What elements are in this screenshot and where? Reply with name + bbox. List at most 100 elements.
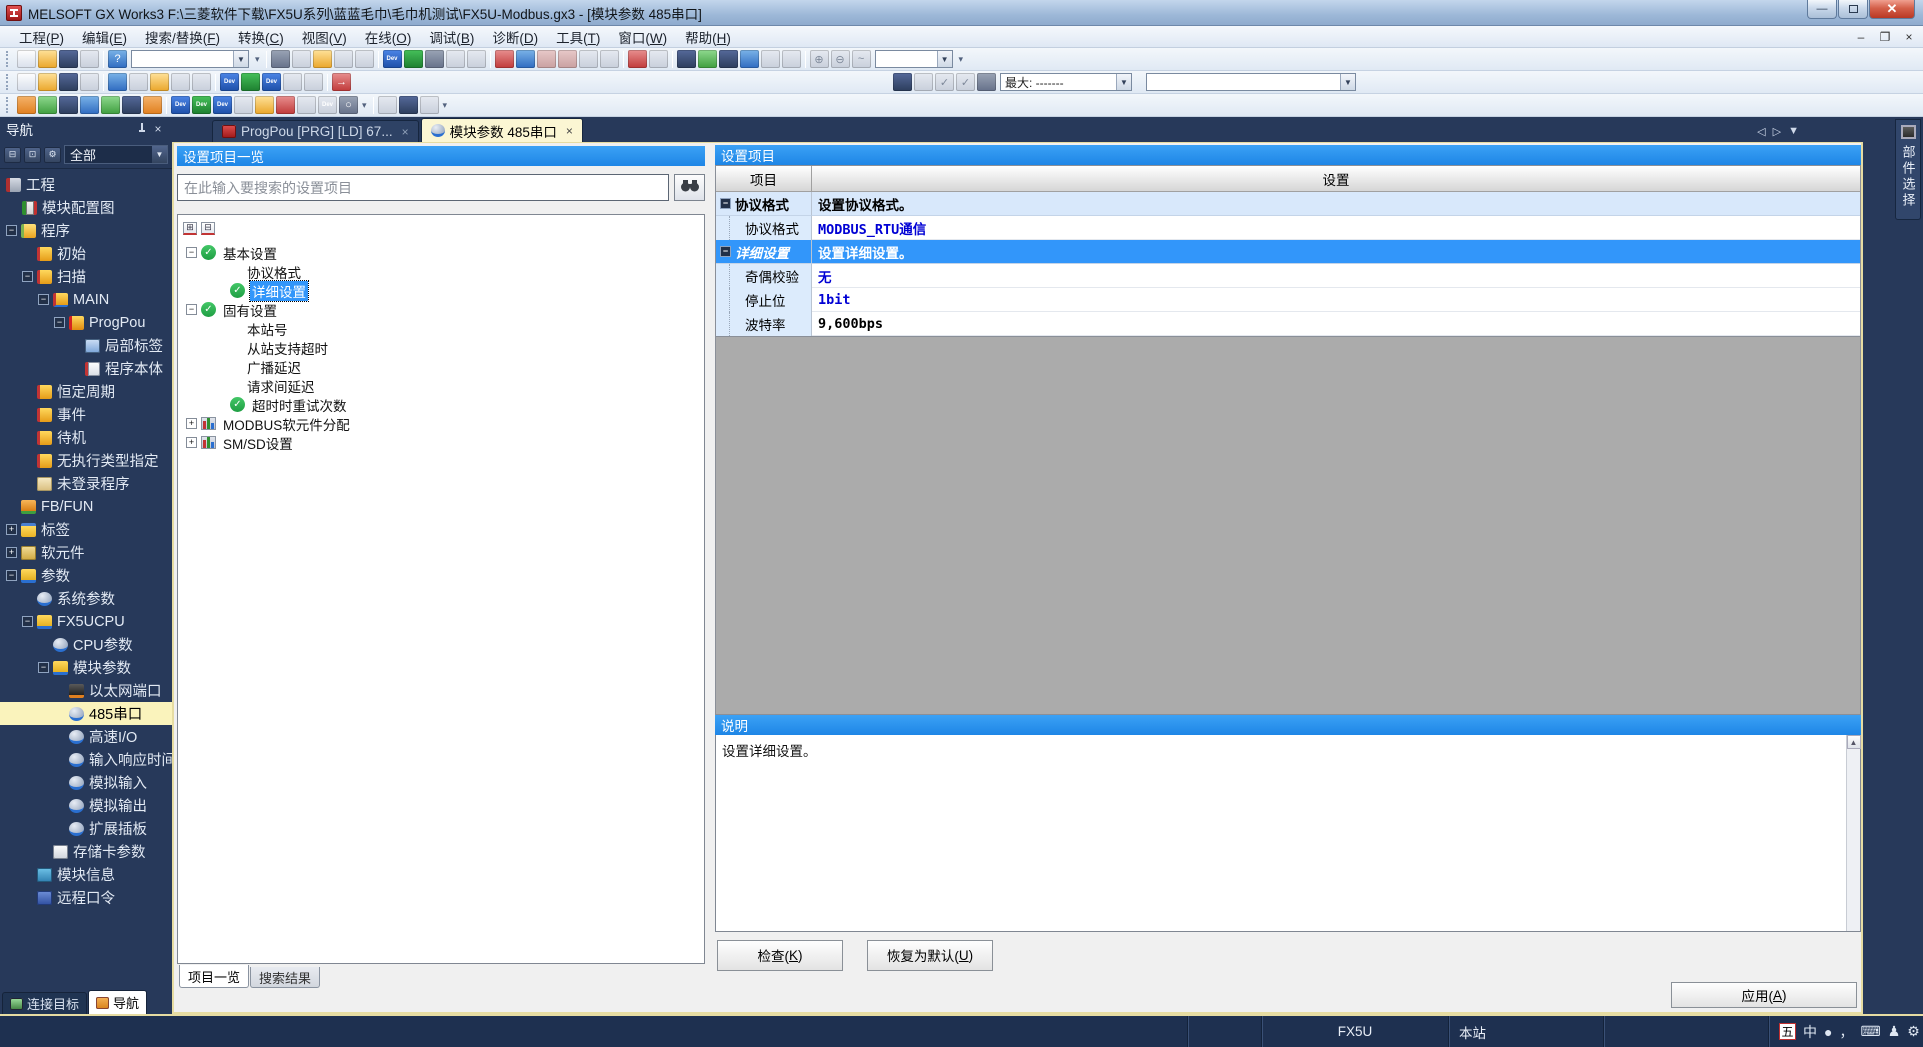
zoom-combo-dropdown-icon[interactable]: ▼	[937, 51, 952, 67]
setting-tree-item-基本设置[interactable]: −✓基本设置	[178, 243, 704, 262]
ime-wubi-icon[interactable]: 五	[1779, 1023, 1796, 1040]
help-icon[interactable]: ?	[108, 50, 127, 68]
setting-tree-item-MODBUS软元件分配[interactable]: +MODBUS软元件分配	[178, 414, 704, 433]
tree-item-FB/FUN[interactable]: FB/FUN	[0, 495, 172, 518]
setting-tree-item-SM/SD设置[interactable]: +SM/SD设置	[178, 433, 704, 452]
nav-back-icon[interactable]	[171, 73, 190, 91]
tree-item-扫描[interactable]: −扫描	[0, 265, 172, 288]
document-tab-ProgPou [PRG] [LD] 67...[interactable]: ProgPou [PRG] [LD] 67...×	[212, 120, 419, 142]
module-configuration-icon[interactable]	[59, 96, 78, 114]
expand-all-icon[interactable]: ⊞	[183, 222, 197, 235]
window-gray2-icon[interactable]	[782, 50, 801, 68]
ladder-edit-icon[interactable]	[234, 96, 253, 114]
menu-item-6[interactable]: 调试(B)	[420, 26, 483, 48]
tree-item-软元件[interactable]: +软元件	[0, 541, 172, 564]
tree-item-模块参数[interactable]: −模块参数	[0, 656, 172, 679]
tab-scroll-right-icon[interactable]: ▷	[1773, 125, 1781, 138]
toolbar-overflow-icon[interactable]: ▾	[959, 54, 964, 65]
item-cell[interactable]: 奇偶校验	[716, 264, 812, 288]
document-tab-模块参数 485串口[interactable]: 模块参数 485串口×	[421, 118, 583, 142]
collapse-all-icon[interactable]: ⊟	[201, 222, 215, 235]
max-combo-dropdown-icon[interactable]: ▼	[1116, 74, 1131, 90]
open-project-icon[interactable]	[38, 73, 57, 91]
tree-item-局部标签[interactable]: 局部标签	[0, 334, 172, 357]
setting-expander-icon[interactable]: −	[186, 247, 197, 258]
zoom-fit-icon[interactable]: ~	[852, 50, 871, 68]
outline-icon[interactable]	[80, 96, 99, 114]
value-cell[interactable]: 设置详细设置。	[812, 240, 1860, 264]
undo-icon[interactable]	[334, 50, 353, 68]
tree-item-事件[interactable]: 事件	[0, 403, 172, 426]
device-test-icon[interactable]: Dev	[318, 96, 337, 114]
menu-item-4[interactable]: 视图(V)	[293, 26, 356, 48]
mdi-minimize-button[interactable]: –	[1853, 30, 1869, 44]
tree-expander-icon[interactable]: −	[22, 616, 33, 627]
settings-row-详细设置[interactable]: −详细设置设置详细设置。	[716, 240, 1860, 264]
setting-search-input[interactable]	[177, 174, 669, 201]
setting-tree-item-本站号[interactable]: 本站号	[178, 319, 704, 338]
tree-item-模拟输入[interactable]: 模拟输入	[0, 771, 172, 794]
value-cell[interactable]: 设置协议格式。	[812, 192, 1860, 216]
item-cell[interactable]: 协议格式	[716, 216, 812, 240]
menu-item-9[interactable]: 窗口(W)	[609, 26, 676, 48]
find-icon[interactable]	[108, 73, 127, 91]
device-comment-icon[interactable]: Dev	[383, 50, 402, 68]
settings-row-奇偶校验[interactable]: 奇偶校验无	[716, 264, 1860, 288]
toolbar-drag-handle[interactable]	[6, 97, 12, 113]
toolbar-overflow-icon[interactable]: ▾	[443, 100, 448, 111]
tree-expander-icon[interactable]: −	[38, 662, 49, 673]
io-assign-icon[interactable]	[276, 96, 295, 114]
tree-item-扩展插板[interactable]: 扩展插板	[0, 817, 172, 840]
save-icon[interactable]	[59, 50, 78, 68]
tree-item-远程口令[interactable]: 远程口令	[0, 886, 172, 909]
tree-item-参数[interactable]: −参数	[0, 564, 172, 587]
ime-settings-icon[interactable]: ⚙	[1907, 1023, 1920, 1040]
setting-tree-item-协议格式[interactable]: 协议格式	[178, 262, 704, 281]
refresh-icon[interactable]	[698, 50, 717, 68]
element-grid-icon[interactable]	[101, 96, 120, 114]
copy-icon[interactable]	[292, 50, 311, 68]
item-cell[interactable]: −详细设置	[716, 240, 812, 264]
toolbar-drag-handle[interactable]	[6, 74, 12, 90]
toolbar-overflow-icon[interactable]: ▾	[255, 54, 260, 65]
nav-filter-combo[interactable]: 全部 ▼	[64, 145, 168, 164]
window-gray-icon[interactable]	[761, 50, 780, 68]
copy-pages-icon[interactable]	[129, 73, 148, 91]
item-cell[interactable]: 波特率	[716, 312, 812, 336]
tree-expander-icon[interactable]: −	[6, 225, 17, 236]
check-program-icon[interactable]: ✓	[956, 73, 975, 91]
tree-item-未登录程序[interactable]: 未登录程序	[0, 472, 172, 495]
menu-item-8[interactable]: 工具(T)	[547, 26, 609, 48]
tab-close-icon[interactable]: ×	[402, 125, 409, 139]
item-cell[interactable]: 停止位	[716, 288, 812, 312]
tree-item-以太网端口[interactable]: 以太网端口	[0, 679, 172, 702]
tree-expander-icon[interactable]: +	[6, 524, 17, 535]
docking-window-icon[interactable]	[17, 96, 36, 114]
value-cell[interactable]: MODBUS_RTU通信	[812, 216, 1860, 240]
setting-tree-item-详细设置[interactable]: ✓详细设置	[178, 281, 704, 300]
settings-row-协议格式[interactable]: 协议格式MODBUS_RTU通信	[716, 216, 1860, 240]
tab-list-icon[interactable]: ▼	[1788, 125, 1799, 138]
device-list-icon[interactable]	[719, 50, 738, 68]
toolbar-drag-handle[interactable]	[6, 51, 12, 67]
setting-expander-icon[interactable]: −	[186, 304, 197, 315]
value-cell[interactable]: 1bit	[812, 288, 1860, 312]
program-editor-icon[interactable]: Dev	[171, 96, 190, 114]
menu-item-10[interactable]: 帮助(H)	[676, 26, 740, 48]
led-red-icon[interactable]	[628, 50, 647, 68]
tree-expander-icon[interactable]: −	[6, 570, 17, 581]
tree-item-存储卡参数[interactable]: 存储卡参数	[0, 840, 172, 863]
item-cell[interactable]: −协议格式	[716, 192, 812, 216]
collapse-tree-icon[interactable]: ⊟	[4, 147, 21, 163]
gray-small-icon[interactable]	[914, 73, 933, 91]
tree-expander-icon[interactable]: −	[54, 317, 65, 328]
tree-item-模拟输出[interactable]: 模拟输出	[0, 794, 172, 817]
explain-scrollbar[interactable]: ▲	[1846, 735, 1860, 931]
tree-expander-icon[interactable]: −	[38, 294, 49, 305]
tree-item-模块配置图[interactable]: 模块配置图	[0, 196, 172, 219]
device-verify-icon[interactable]: Dev	[262, 73, 281, 91]
watch2-icon[interactable]	[600, 50, 619, 68]
ime-keyboard-icon[interactable]: ⌨	[1860, 1023, 1880, 1040]
search-button[interactable]	[674, 174, 705, 201]
setting-tree-item-超时时重试次数[interactable]: ✓超时时重试次数	[178, 395, 704, 414]
